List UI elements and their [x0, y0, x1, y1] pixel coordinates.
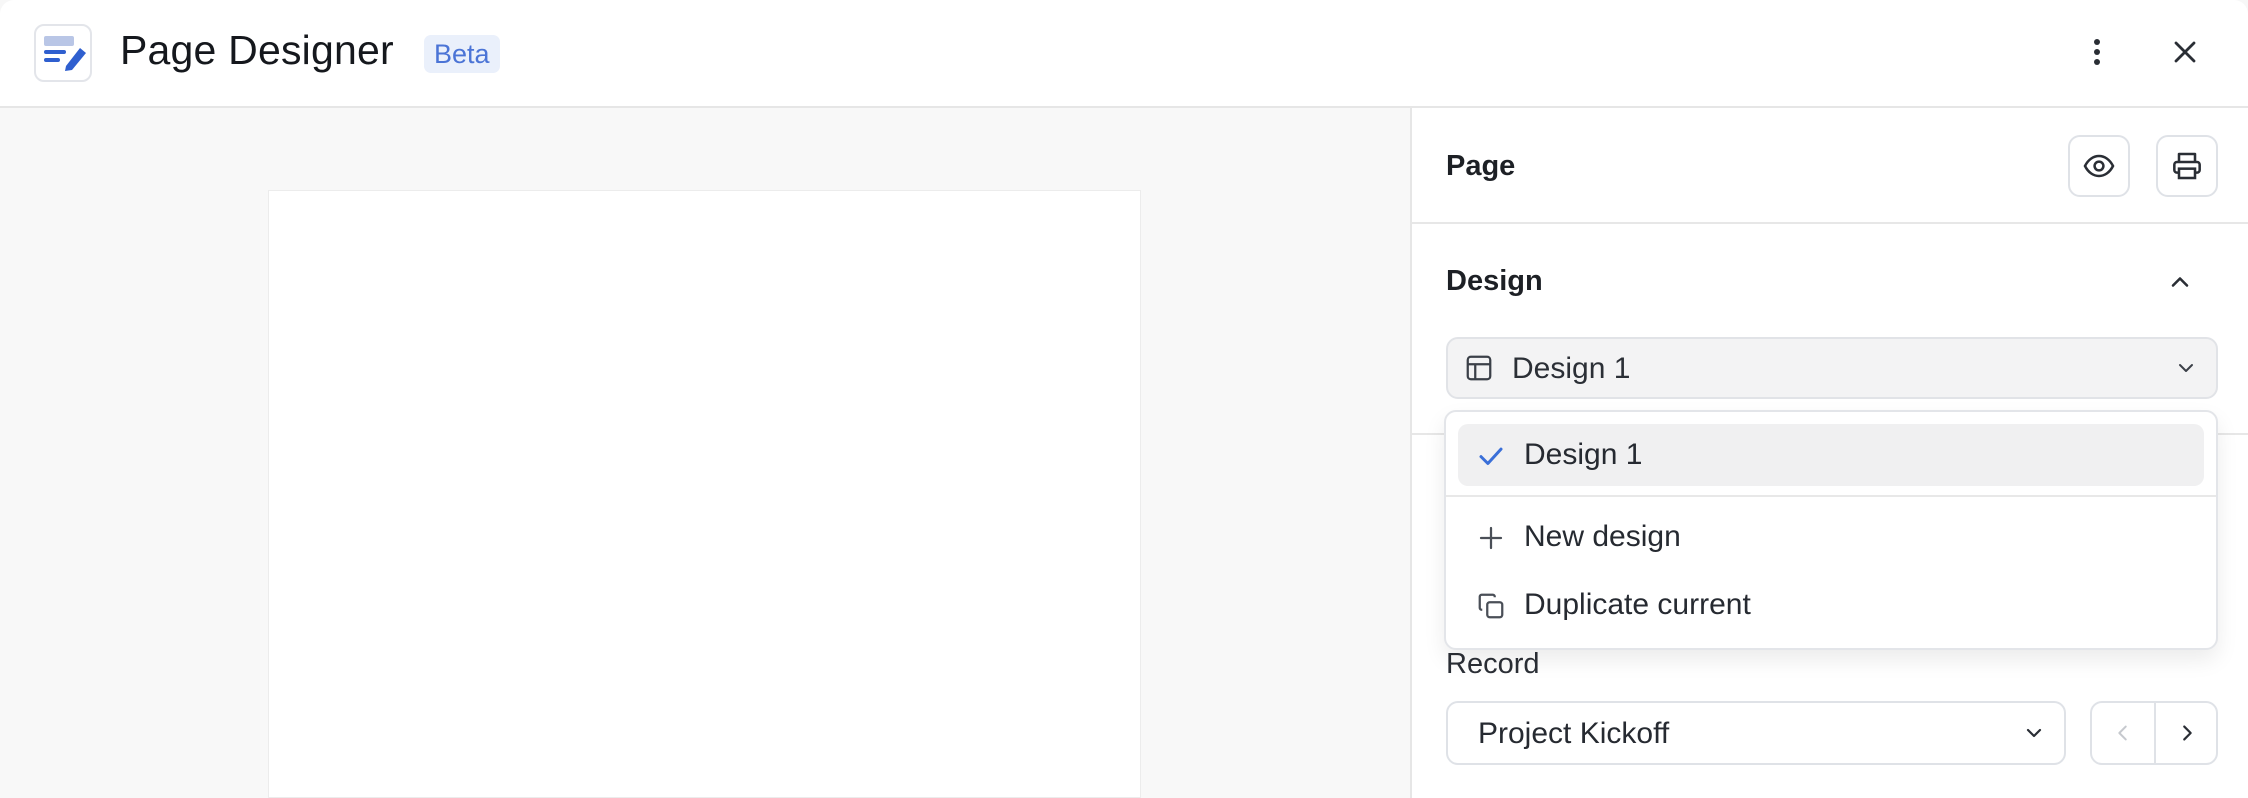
layout-icon	[1466, 355, 1492, 381]
plus-icon	[1479, 526, 1503, 550]
page-sheet[interactable]	[268, 190, 1141, 798]
record-label: Record	[1446, 648, 1540, 680]
dropdown-item-label: Design 1	[1524, 438, 1643, 471]
design-select[interactable]: Design 1	[1446, 337, 2218, 399]
previous-record-button[interactable]	[2092, 703, 2154, 763]
dropdown-item-label: Duplicate current	[1524, 588, 1751, 621]
print-button[interactable]	[2156, 135, 2218, 197]
eye-icon	[2083, 154, 2115, 178]
dropdown-item-design-1[interactable]: Design 1	[1458, 424, 2204, 486]
page-designer-icon	[34, 24, 92, 82]
dropdown-divider	[1446, 495, 2216, 497]
page-designer-window: Page Designer Beta Page Design Design 1 …	[0, 0, 2248, 798]
design-section-title: Design	[1446, 265, 1543, 297]
panel-divider	[1412, 222, 2248, 224]
dropdown-item-duplicate-current[interactable]: Duplicate current	[1458, 574, 2204, 636]
chevron-right-icon	[2183, 725, 2192, 741]
dropdown-item-label: New design	[1524, 520, 1681, 553]
printer-icon	[2173, 152, 2201, 180]
design-select-value: Design 1	[1512, 352, 1631, 385]
more-vertical-icon	[2094, 39, 2100, 65]
design-dropdown-menu: Design 1 New design Duplicate current	[1444, 410, 2218, 650]
app-title: Page Designer	[120, 27, 394, 73]
record-navigation	[2090, 701, 2218, 765]
preview-button[interactable]	[2068, 135, 2130, 197]
chevron-up-icon	[2171, 277, 2189, 287]
header-bar: Page Designer Beta	[0, 0, 2248, 108]
dropdown-item-new-design[interactable]: New design	[1458, 506, 2204, 568]
beta-badge: Beta	[424, 35, 500, 73]
close-icon	[2174, 41, 2196, 63]
next-record-button[interactable]	[2156, 703, 2216, 763]
close-button[interactable]	[2161, 28, 2209, 76]
chevron-left-icon	[2118, 725, 2127, 741]
record-select[interactable]: Project Kickoff	[1446, 701, 2066, 765]
page-section-title: Page	[1446, 150, 1516, 182]
chevron-down-icon	[2179, 364, 2193, 372]
check-icon	[1479, 447, 1503, 465]
record-select-value: Project Kickoff	[1478, 717, 1670, 750]
chevron-down-icon	[2026, 728, 2042, 738]
design-collapse-button[interactable]	[2166, 268, 2202, 304]
more-options-button[interactable]	[2073, 28, 2121, 76]
copy-icon	[1478, 593, 1504, 619]
